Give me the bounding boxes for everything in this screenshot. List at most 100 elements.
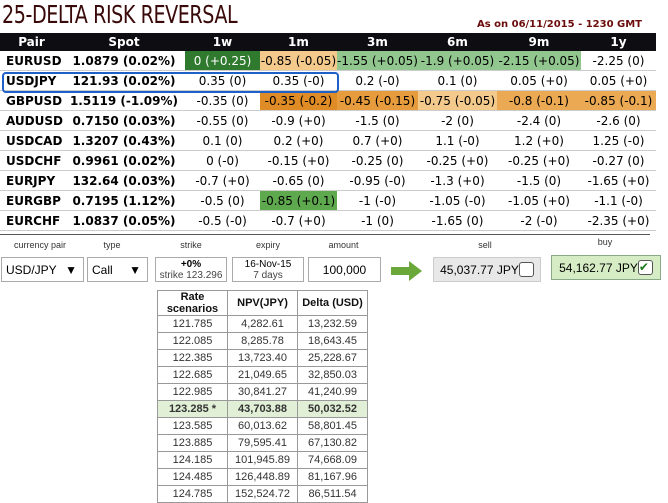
scenario-cell: 4,282.61 [227,315,298,333]
rr-value-cell: -0.25 (+0) [496,150,581,171]
rr-value-cell: -0.85 (-0.05) [259,51,337,71]
rr-value-cell: -0.65 (0) [259,170,337,191]
scenario-cell: 121.785 [157,315,228,333]
rr-value-cell: -0.95 (-0) [336,170,418,191]
rr-value-cell: -1.1 (-0) [580,190,656,211]
buy-checkbox-checked[interactable]: ✔ [637,260,653,275]
scenario-cell: 122.385 [157,349,228,367]
sell-button[interactable]: 45,037.77 JPY [433,257,541,282]
rr-value-cell: 0.1 (0) [417,70,497,91]
spot-cell: 1.5119 (-1.09%) [62,90,185,111]
spot-cell: 0.7195 (1.12%) [62,190,185,211]
rr-value-cell: -1.5 (0) [336,110,418,131]
scenario-cell: 86,511.54 [297,485,368,503]
scenario-cell: 43,703.88 [227,400,298,418]
rr-value-cell: 1.2 (+0) [496,130,581,151]
rr-value-cell: 0 (+0.25) [184,51,260,71]
scenario-cell: 123.885 [157,434,228,452]
pair-cell: USDCHF [0,150,63,171]
rr-value-cell: -1.9 (+0.05) [417,51,497,71]
scenario-cell: 58,801.45 [297,417,368,435]
pair-cell: EURGBP [0,190,63,211]
buy-button[interactable]: 54,162.77 JPY ✔ [551,255,661,280]
sell-checkbox[interactable] [518,262,534,277]
rr-value-cell: -0.75 (-0.05) [417,90,497,111]
rr-value-cell: -1.65 (0) [417,210,497,231]
rr-value-cell: 1.25 (-0) [580,130,656,151]
rr-value-cell: -1.3 (+0) [417,170,497,191]
scenario-row: 122.085 8,285.78 18,643.45 [157,332,368,350]
spot-cell: 1.0837 (0.05%) [62,210,185,231]
spot-cell: 121.93 (0.02%) [62,70,185,91]
label-strike: strike [180,240,202,250]
scenario-cell: 74,668.09 [297,451,368,469]
scenario-cell: 122.985 [157,383,228,401]
rr-value-cell: -2 (-0) [496,210,581,231]
table-row-usdcad[interactable]: USDCAD 1.3207 (0.43%) 0.1 (0) 0.2 (+0) 0.7 (… [0,130,656,151]
scenario-cell: 67,130.82 [297,434,368,452]
scenario-cell: 101,945.89 [227,451,298,469]
as-of-timestamp: As on 06/11/2015 - 1230 GMT [476,19,642,30]
pair-cell: GBPUSD [0,90,63,111]
label-currency-pair: currency pair [13,240,67,250]
table-row-usdchf[interactable]: USDCHF 0.9961 (0.02%) 0 (-0) -0.15 (+0) -0.2… [0,150,656,171]
pair-cell: EURJPY [0,170,63,191]
table-row-audusd[interactable]: AUDUSD 0.7150 (0.03%) -0.55 (0) -0.9 (+0) -1… [0,110,656,131]
rr-value-cell: 0.2 (+0) [259,130,337,151]
rr-value-cell: 0.05 (+0) [496,70,581,91]
rr-value-cell: -1.5 (0) [496,170,581,191]
scenario-cell: 8,285.78 [227,332,298,350]
scenario-cell: 126,448.89 [227,468,298,486]
expiry-field[interactable]: 16-Nov-15 7 days [232,257,304,282]
scenario-row: 122.685 21,049.65 32,850.03 [157,366,368,384]
label-buy: buy [597,237,613,247]
expiry-date: 16-Nov-15 [244,258,292,270]
rr-value-cell: -2.6 (0) [580,110,656,131]
scenario-row: 123.885 79,595.41 67,130.82 [157,434,368,452]
amount-input[interactable]: 100,000 [308,257,381,282]
label-amount: amount [328,240,359,250]
currency-pair-select[interactable]: USD/JPY ▼ [1,257,84,282]
rr-value-cell: -0.35 (-0.2) [259,90,337,111]
scenario-cell: 30,841.27 [227,383,298,401]
scenario-cell: 124.485 [157,468,228,486]
rr-value-cell: -1.05 (+0) [496,190,581,211]
label-sell: sell [478,240,492,250]
rr-value-cell: 0.35 (-0) [259,70,337,91]
dropdown-arrow-icon: ▼ [129,262,141,277]
table-row-eurusd[interactable]: EURUSD 1.0879 (0.02%) 0 (+0.25) -0.85 (-0.0… [0,51,656,71]
scenario-header: Delta (USD) [297,290,368,316]
strike-field[interactable]: +0% strike 123.296 [155,257,227,282]
scenario-cell: 13,723.40 [227,349,298,367]
table-row-gbpusd[interactable]: GBPUSD 1.5119 (-1.09%) -0.35 (0) -0.35 (-0.… [0,90,656,111]
rr-value-cell: 0.2 (-0) [336,70,418,91]
table-row-eurgbp[interactable]: EURGBP 0.7195 (1.12%) -0.5 (0) -0.85 (+0.1)… [0,190,656,211]
rr-value-cell: 0.05 (+0) [580,70,656,91]
scenario-row: 124.785 152,524.72 86,511.54 [157,485,368,503]
scenario-cell: 32,850.03 [297,366,368,384]
rr-value-cell: -1.05 (-0) [417,190,497,211]
table-row-eurchf[interactable]: EURCHF 1.0837 (0.05%) -0.5 (-0) -0.7 (+0) -1… [0,210,656,231]
scenario-cell: 81,167.96 [297,468,368,486]
table-row-usdjpy[interactable]: USDJPY 121.93 (0.02%) 0.35 (0) 0.35 (-0) 0.2… [0,70,656,91]
rr-value-cell: -0.7 (+0) [184,170,260,191]
type-select[interactable]: Call ▼ [87,257,148,282]
scenario-row: 124.185 101,945.89 74,668.09 [157,451,368,469]
table-row-eurjpy[interactable]: EURJPY 132.64 (0.03%) -0.7 (+0) -0.65 (0) -0… [0,170,656,191]
rr-value-cell: 1.1 (-0) [417,130,497,151]
sell-price: 45,037.77 JPY [440,262,519,277]
scenario-cell: 122.685 [157,366,228,384]
spot-cell: 1.3207 (0.43%) [62,130,185,151]
page-title: 25-DELTA RISK REVERSAL [2,0,238,29]
spot-cell: 1.0879 (0.02%) [62,51,185,71]
scenario-cell: 123.285 * [157,400,228,418]
column-header-1m: 1m [259,33,337,51]
rr-value-cell: -0.7 (+0) [259,210,337,231]
rr-value-cell: 0.1 (0) [184,130,260,151]
scenario-row: 122.985 30,841.27 41,240.99 [157,383,368,401]
rr-value-cell: -0.5 (-0) [184,210,260,231]
scenario-cell: 21,049.65 [227,366,298,384]
rr-value-cell: -2.15 (+0.05) [496,51,581,71]
scenario-cell: 124.785 [157,485,228,503]
dropdown-arrow-icon: ▼ [65,262,77,277]
